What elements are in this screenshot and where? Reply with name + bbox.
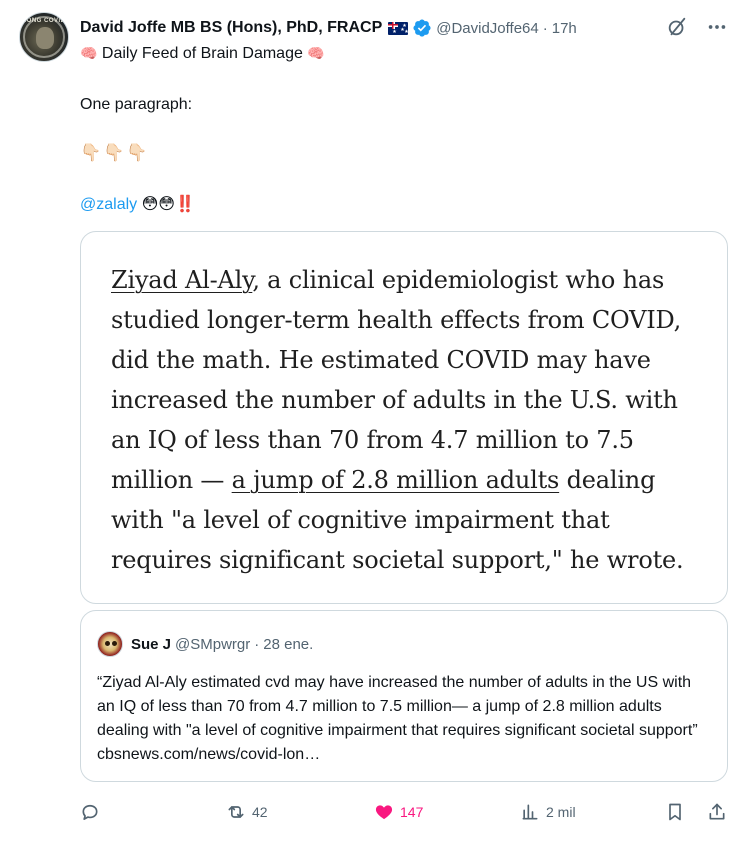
- separator-dot: ·: [542, 19, 548, 37]
- quoted-author-name[interactable]: Sue J: [131, 636, 171, 653]
- image-text-part-1: , a clinical epidemiologist who has stud…: [111, 266, 682, 494]
- post-action-bar: 42 147 2 mil: [80, 798, 728, 826]
- like-count: 147: [400, 804, 424, 820]
- quoted-post[interactable]: Sue J @SMpwrgr · 28 ene. “Ziyad Al-Aly e…: [80, 610, 728, 782]
- image-name-link: Ziyad Al-Aly: [111, 266, 253, 294]
- attached-image[interactable]: Ziyad Al-Aly, a clinical epidemiologist …: [80, 231, 728, 604]
- quoted-post-date[interactable]: 28 ene.: [263, 636, 313, 653]
- grok-icon[interactable]: [666, 16, 688, 38]
- author-bio-text: Daily Feed of Brain Damage: [101, 45, 303, 62]
- share-icon: [709, 803, 725, 820]
- author-bio-line: 🧠 Daily Feed of Brain Damage 🧠: [80, 45, 325, 63]
- quoted-post-header: Sue J @SMpwrgr · 28 ene.: [97, 631, 313, 657]
- image-paragraph: Ziyad Al-Aly, a clinical epidemiologist …: [111, 260, 711, 580]
- quoted-author-handle[interactable]: @SMpwrgr: [175, 636, 250, 653]
- tweet-text-line-1: One paragraph:: [80, 96, 193, 113]
- post-time[interactable]: 17h: [552, 20, 577, 37]
- share-button[interactable]: [707, 798, 727, 826]
- views-icon: [522, 804, 538, 820]
- author-display-name[interactable]: David Joffe MB BS (Hons), PhD, FRACP: [80, 19, 382, 37]
- quoted-author-avatar[interactable]: [97, 631, 123, 657]
- avatar-ring-text: LONG COVID: [22, 18, 66, 24]
- tweet-pointing-emojis: 👇🏻👇🏻👇🏻: [80, 143, 150, 162]
- reply-icon: [82, 804, 98, 820]
- reply-button[interactable]: [80, 798, 106, 826]
- repost-icon: [228, 806, 244, 818]
- views-button[interactable]: 2 mil: [520, 798, 576, 826]
- avatar-figure: [36, 27, 54, 49]
- tweet-mention-line: @zalaly 😳😳‼️: [80, 194, 195, 214]
- views-count: 2 mil: [546, 804, 576, 820]
- author-handle[interactable]: @DavidJoffe64: [436, 20, 539, 37]
- repost-count: 42: [252, 804, 268, 820]
- quoted-post-text: “Ziyad Al-Aly estimated cvd may have inc…: [97, 674, 698, 763]
- header-actions: [666, 16, 728, 38]
- bookmark-button[interactable]: [665, 798, 685, 826]
- separator-dot: ·: [254, 635, 260, 653]
- post-header: David Joffe MB BS (Hons), PhD, FRACP ★ ★…: [80, 16, 728, 40]
- like-button[interactable]: 147: [374, 798, 423, 826]
- mention-emojis: 😳😳‼️: [141, 196, 195, 213]
- verified-icon: [413, 19, 431, 37]
- brain-emoji-right: 🧠: [307, 45, 325, 61]
- image-underlined-text: a jump of 2.8 million adults: [231, 466, 560, 494]
- repost-button[interactable]: 42: [226, 798, 268, 826]
- bookmark-icon: [669, 803, 681, 821]
- australia-flag-icon: ★ ★ ★ ★: [388, 21, 409, 35]
- more-icon[interactable]: [706, 16, 728, 38]
- author-avatar[interactable]: LONG COVID: [19, 12, 69, 62]
- mention-link[interactable]: @zalaly: [80, 196, 137, 213]
- brain-emoji-left: 🧠: [80, 45, 98, 61]
- like-icon: [375, 805, 393, 820]
